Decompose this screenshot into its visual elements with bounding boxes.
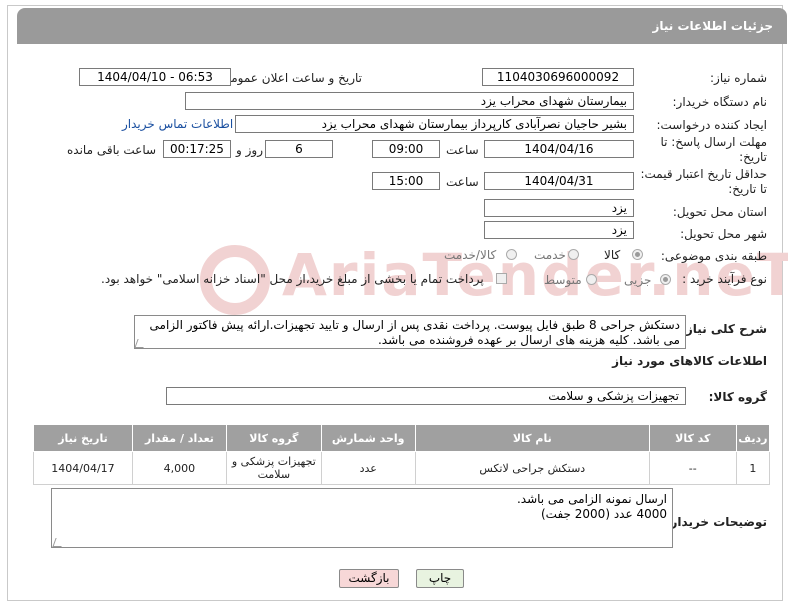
city-label: شهر محل تحویل: <box>680 227 767 241</box>
announce-datetime-field: 1404/04/10 - 06:53 <box>79 68 231 86</box>
table-row: 1 -- دستکش جراحی لاتکس عدد تجهیزات پزشکی… <box>33 451 771 485</box>
requester-field: بشیر حاجیان نصرآبادی کارپرداز بیمارستان … <box>235 115 634 133</box>
buyer-org-field: بیمارستان شهدای محراب یزد <box>185 92 634 110</box>
buyer-notes-line1: ارسال نمونه الزامی می باشد. <box>516 492 667 506</box>
col-row-number: ردیف <box>735 424 771 452</box>
items-info-heading: اطلاعات کالاهای مورد نیاز <box>612 354 767 368</box>
buyer-contact-link[interactable]: اطلاعات تماس خریدار <box>122 117 233 131</box>
treasury-payment-checkbox[interactable] <box>496 273 507 284</box>
goods-group-label: گروه کالا: <box>708 390 767 404</box>
purchase-minor-radio[interactable] <box>660 274 671 285</box>
panel-header: جزئیات اطلاعات نیاز <box>17 8 787 44</box>
category-goods-service-label: کالا/خدمت <box>444 248 497 262</box>
buyer-org-label: نام دستگاه خریدار: <box>672 95 768 109</box>
reply-deadline-label-line1: مهلت ارسال پاسخ: تا <box>660 135 767 149</box>
cell-unit: عدد <box>320 451 416 485</box>
price-validity-label: حداقل تاریخ اعتبار قیمت: تا تاریخ: <box>640 167 767 197</box>
purchase-medium-radio[interactable] <box>586 274 597 285</box>
reply-hour-label: ساعت <box>446 143 479 157</box>
city-field: یزد <box>484 221 634 239</box>
buyer-notes-textarea[interactable]: ارسال نمونه الزامی می باشد. 4000 عدد (20… <box>51 488 673 548</box>
cell-item-name: دستکش جراحی لاتکس <box>414 451 650 485</box>
col-quantity: تعداد / مقدار <box>131 424 227 452</box>
description-textarea[interactable]: دستکش جراحی 8 طبق فایل پیوست. پرداخت نقد… <box>134 315 686 349</box>
cell-need-date: 1404/04/17 <box>33 451 133 485</box>
cell-quantity: 4,000 <box>131 451 227 485</box>
purchase-type-label: نوع فرآیند خرید : <box>682 272 767 286</box>
province-field: یزد <box>484 199 634 217</box>
col-item-code: کد کالا <box>648 424 737 452</box>
back-button[interactable]: بازگشت <box>339 569 399 588</box>
reply-date-field: 1404/04/16 <box>484 140 634 158</box>
cell-row-number: 1 <box>735 451 771 485</box>
price-validity-label-line1: حداقل تاریخ اعتبار قیمت: <box>640 167 767 181</box>
requester-label: ایجاد کننده درخواست: <box>656 118 767 132</box>
cell-goods-group: تجهیزات پزشکی و سلامت <box>225 451 322 485</box>
cell-item-code: -- <box>648 451 737 485</box>
buyer-notes-line2: 4000 عدد (2000 جفت) <box>541 507 667 521</box>
col-need-date: تاریخ نیاز <box>33 424 133 452</box>
reply-deadline-label: مهلت ارسال پاسخ: تا تاریخ: <box>660 135 767 165</box>
category-label: طبقه بندی موضوعی: <box>660 249 767 263</box>
category-service-label: خدمت <box>534 248 566 262</box>
purchase-medium-label: متوسط <box>544 273 582 287</box>
remaining-label: ساعت باقی مانده <box>67 143 157 157</box>
description-label: شرح کلی نیاز: <box>681 322 767 336</box>
category-goods-service-radio[interactable] <box>506 249 517 260</box>
price-hour-label: ساعت <box>446 175 479 189</box>
day-and-label: روز و <box>236 143 263 157</box>
category-goods-radio[interactable] <box>632 249 643 260</box>
items-table: ردیف کد کالا نام کالا واحد شمارش گروه کا… <box>33 424 771 485</box>
price-time-field: 15:00 <box>372 172 440 190</box>
price-date-field: 1404/04/31 <box>484 172 634 190</box>
buyer-notes-label: توضیحات خریدار: <box>665 515 767 529</box>
need-number-label: شماره نیاز: <box>710 71 767 85</box>
price-validity-label-line2: تا تاریخ: <box>728 182 767 196</box>
reply-deadline-label-line2: تاریخ: <box>739 150 767 164</box>
treasury-payment-note: پرداخت تمام یا بخشی از مبلغ خرید،از محل … <box>101 272 484 286</box>
need-number-field: 1104030696000092 <box>482 68 634 86</box>
announce-datetime-label: تاریخ و ساعت اعلان عمومی: <box>217 71 362 85</box>
reply-time-field: 09:00 <box>372 140 440 158</box>
col-goods-group: گروه کالا <box>225 424 322 452</box>
category-service-radio[interactable] <box>568 249 579 260</box>
print-button[interactable]: چاپ <box>416 569 464 588</box>
province-label: استان محل تحویل: <box>672 205 767 219</box>
days-field: 6 <box>265 140 333 158</box>
col-item-name: نام کالا <box>414 424 650 452</box>
goods-group-field: تجهیزات پزشکی و سلامت <box>166 387 686 405</box>
items-table-header-row: ردیف کد کالا نام کالا واحد شمارش گروه کا… <box>33 424 771 452</box>
purchase-minor-label: جزیی <box>624 273 652 287</box>
category-goods-label: کالا <box>604 248 621 262</box>
col-unit: واحد شمارش <box>320 424 416 452</box>
remaining-time-field: 00:17:25 <box>163 140 231 158</box>
